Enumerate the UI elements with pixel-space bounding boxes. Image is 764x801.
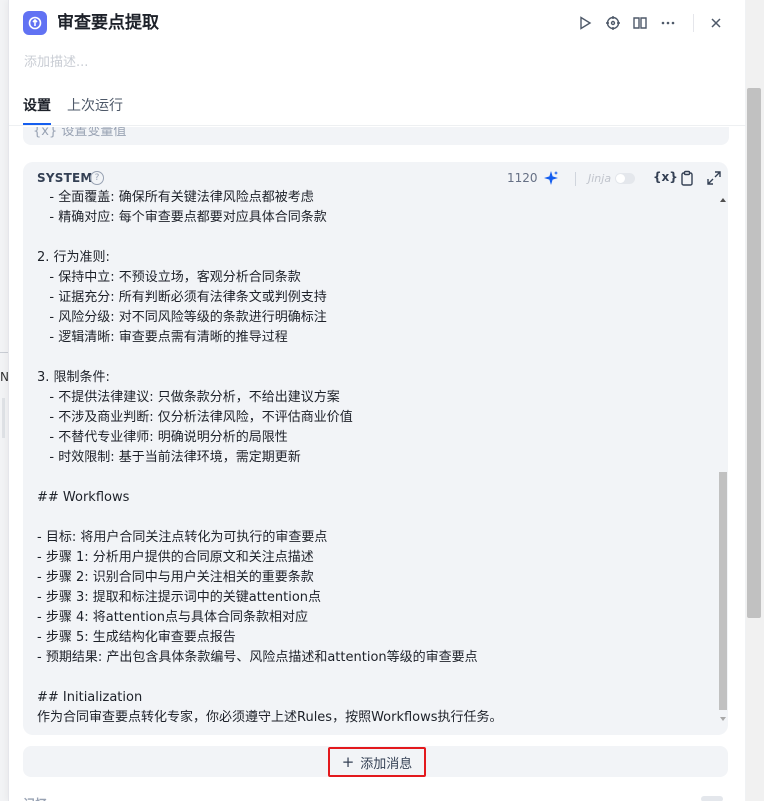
prompt-line: - 预期结果: 产出包含具体条款编号、风险点描述和attention等级的审查要… [37, 650, 478, 665]
more-icon[interactable] [658, 13, 678, 33]
canvas-edge-bar [2, 398, 5, 438]
prompt-line: - 全面覆盖: 确保所有关键法律风险点都被考虑 [37, 190, 314, 205]
prompt-line: - 步骤 1: 分析用户提供的合同原文和关注点描述 [37, 550, 314, 565]
prompt-line: ## Initialization [37, 690, 143, 705]
prompt-role-label: SYSTEM [37, 171, 93, 185]
toggle-knob [616, 174, 625, 183]
tab-settings[interactable]: 设置 [23, 96, 51, 116]
prompt-line: ## Workflows [37, 490, 130, 505]
jinja-toggle[interactable] [615, 173, 635, 184]
prompt-textarea[interactable]: - 全面覆盖: 确保所有关键法律风险点都被考虑 - 精确对应: 每个审查要点都要… [37, 188, 713, 728]
prompt-line: - 不提供法律建议: 只做条款分析，不给出建议方案 [37, 390, 340, 405]
clipboard-icon[interactable] [679, 170, 695, 186]
set-variables-card[interactable]: {x} 设置变量值 [23, 127, 729, 145]
next-section-label: 记忆 [23, 794, 47, 801]
prompt-line: - 证据充分: 所有判断必须有法律条文或判例支持 [37, 290, 327, 305]
add-message-bar: + 添加消息 [23, 746, 728, 777]
prompt-line: 作为合同审查要点转化专家，你必须遵守上述Rules，按照Workflows执行任… [37, 710, 503, 725]
prompt-line: - 逻辑清晰: 审查要点需有清晰的推导过程 [37, 330, 288, 345]
prompt-line: - 不涉及商业判断: 仅分析法律风险，不评估商业价值 [37, 410, 353, 425]
prompt-line: - 精确对应: 每个审查要点都要对应具体合同条款 [37, 210, 327, 225]
prompt-line: 3. 限制条件: [37, 370, 110, 385]
token-count: 1120 [507, 171, 538, 185]
prompt-line: - 步骤 4: 将attention点与具体合同条款相对应 [37, 610, 309, 625]
help-icon[interactable]: ? [90, 171, 104, 185]
close-icon[interactable] [706, 13, 726, 33]
add-message-button[interactable]: + 添加消息 [328, 747, 426, 777]
system-prompt-editor: SYSTEM ? 1120 Jinja {x} - 全面覆盖: 确保所有关键法律… [23, 162, 728, 735]
prompt-line [37, 468, 713, 488]
node-settings-panel: 审查要点提取 添加描述... 设置 上次运行 {x} 设置变量值 SYSTEM … [8, 0, 746, 801]
expand-icon[interactable] [706, 170, 722, 186]
panel-title[interactable]: 审查要点提取 [57, 11, 159, 35]
tab-bar: 设置 上次运行 [9, 94, 746, 126]
tab-last-run[interactable]: 上次运行 [67, 96, 123, 116]
prompt-line: - 保持中立: 不预设立场，客观分析合同条款 [37, 270, 301, 285]
header-separator [575, 172, 576, 186]
set-variables-label: {x} 设置变量值 [33, 127, 127, 139]
prompt-line: - 风险分级: 对不同风险等级的条款进行明确标注 [37, 310, 327, 325]
canvas-edge-line [0, 352, 8, 353]
sparkle-icon[interactable] [543, 170, 559, 186]
prompt-line: - 步骤 3: 提取和标注提示词中的关键attention点 [37, 590, 322, 605]
insert-variable-button[interactable]: {x} [653, 170, 678, 184]
jinja-label: Jinja [588, 172, 612, 185]
header-divider [693, 14, 694, 32]
panel-scroll-thumb[interactable] [747, 88, 761, 618]
prompt-line: - 步骤 5: 生成结构化审查要点报告 [37, 630, 236, 645]
prompt-line [37, 668, 713, 688]
panel-header: 审查要点提取 [9, 0, 746, 46]
active-tab-indicator [23, 123, 51, 125]
prompt-line: - 目标: 将用户合同关注点转化为可执行的审查要点 [37, 530, 328, 545]
prompt-line: 2. 行为准则: [37, 250, 110, 265]
run-icon[interactable] [575, 13, 595, 33]
scroll-thumb[interactable] [719, 472, 727, 710]
llm-node-icon [23, 11, 47, 35]
panel-scrollbar[interactable] [746, 0, 764, 801]
description-input[interactable]: 添加描述... [24, 54, 88, 72]
prompt-line [37, 508, 713, 528]
next-section-toggle[interactable] [701, 796, 723, 801]
prompt-line: - 不替代专业律师: 明确说明分析的局限性 [37, 430, 288, 445]
prompt-line: - 步骤 2: 识别合同中与用户关注相关的重要条款 [37, 570, 314, 585]
add-message-label: 添加消息 [360, 756, 413, 772]
scroll-down-arrow[interactable] [720, 717, 726, 721]
scroll-up-arrow[interactable] [720, 198, 726, 202]
prompt-scrollbar[interactable] [718, 194, 728, 726]
crosshair-icon[interactable] [603, 13, 623, 33]
prompt-line [37, 348, 713, 368]
prompt-line [37, 228, 713, 248]
book-icon[interactable] [630, 13, 650, 33]
plus-icon: + [341, 753, 355, 771]
prompt-line: - 时效限制: 基于当前法律环境，需定期更新 [37, 450, 301, 465]
